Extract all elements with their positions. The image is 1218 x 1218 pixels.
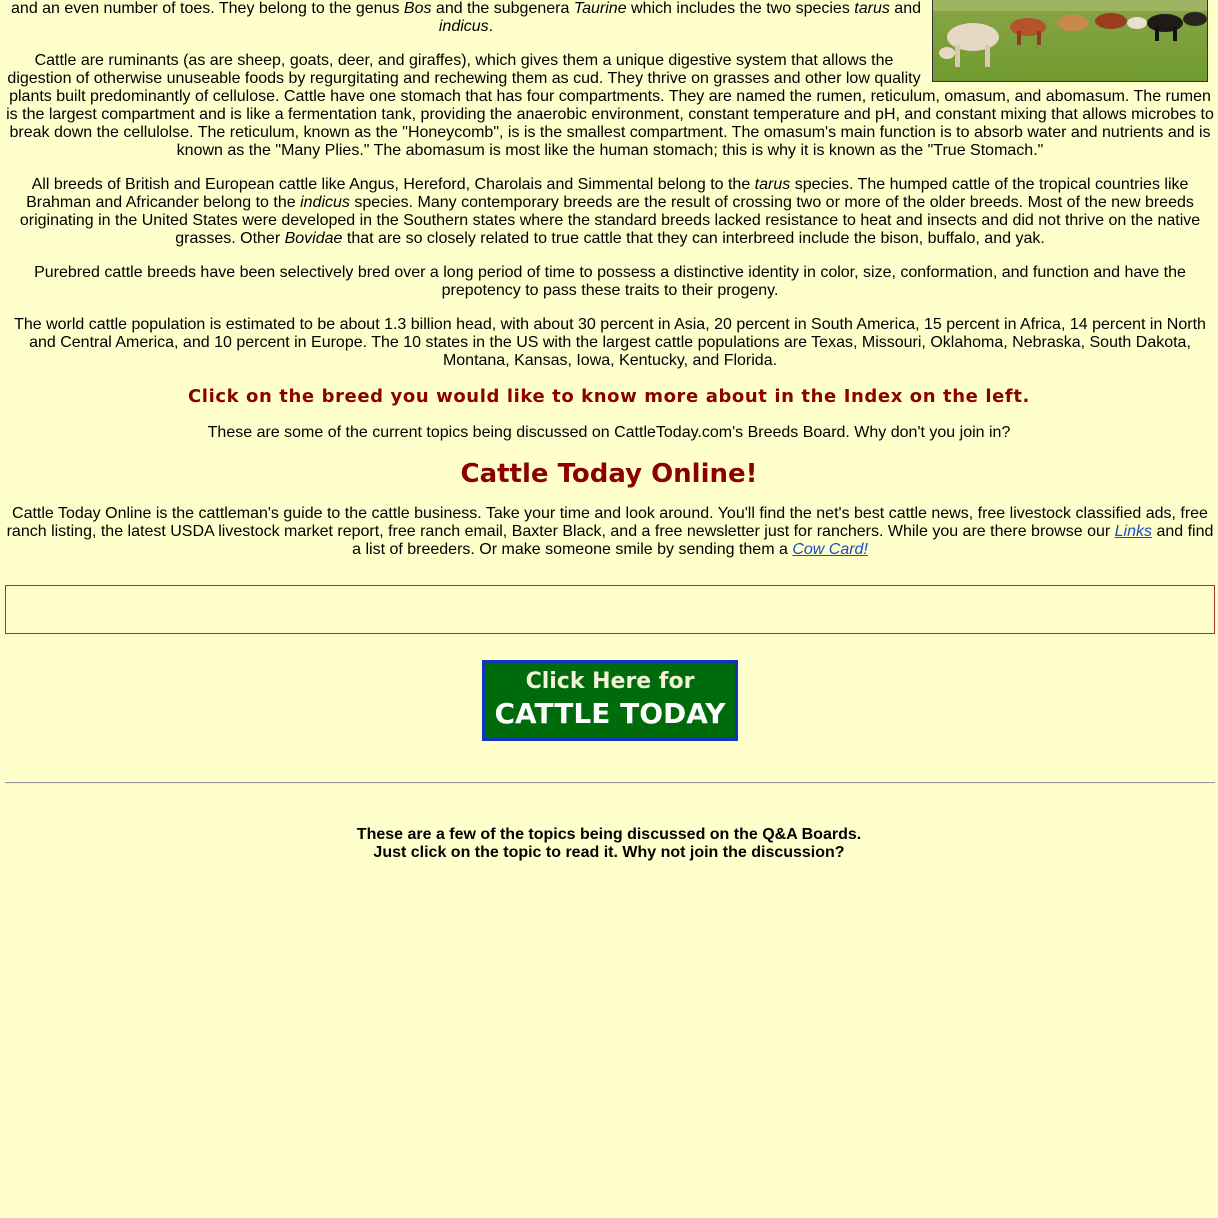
banner-line-2: CATTLE TODAY: [494, 697, 726, 730]
qa-line-1: These are a few of the topics being disc…: [356, 826, 862, 843]
qa-line-2: Just click on the topic to read it. Why …: [373, 844, 845, 861]
cattle-today-online-heading: Cattle Today Online!: [460, 459, 758, 489]
ruminant-paragraph: Cattle are ruminants (as are sheep, goat…: [6, 52, 1214, 159]
breeds-board-intro: These are some of the current topics bei…: [207, 424, 1011, 441]
population-paragraph: The world cattle population is estimated…: [14, 316, 1206, 369]
cattle-today-online-paragraph: Cattle Today Online is the cattleman's g…: [6, 505, 1214, 558]
intro-paragraph: and an even number of toes. They belong …: [11, 0, 921, 35]
horizontal-divider: [5, 782, 1215, 784]
qa-boards-intro: These are a few of the topics being disc…: [0, 826, 1218, 862]
banner-line-1: Click Here for: [525, 669, 695, 694]
links-link[interactable]: Links: [1115, 523, 1152, 540]
ad-box: [5, 585, 1215, 634]
breeds-paragraph: All breeds of British and European cattl…: [19, 176, 1201, 247]
breed-index-callout: Click on the breed you would like to kno…: [188, 386, 1030, 407]
purebred-paragraph: Purebred cattle breeds have been selecti…: [34, 264, 1186, 299]
cattle-today-banner-button[interactable]: Click Here for CATTLE TODAY: [482, 660, 738, 741]
cow-card-link[interactable]: Cow Card!: [792, 541, 868, 558]
page: and an even number of toes. They belong …: [0, 0, 1218, 1218]
